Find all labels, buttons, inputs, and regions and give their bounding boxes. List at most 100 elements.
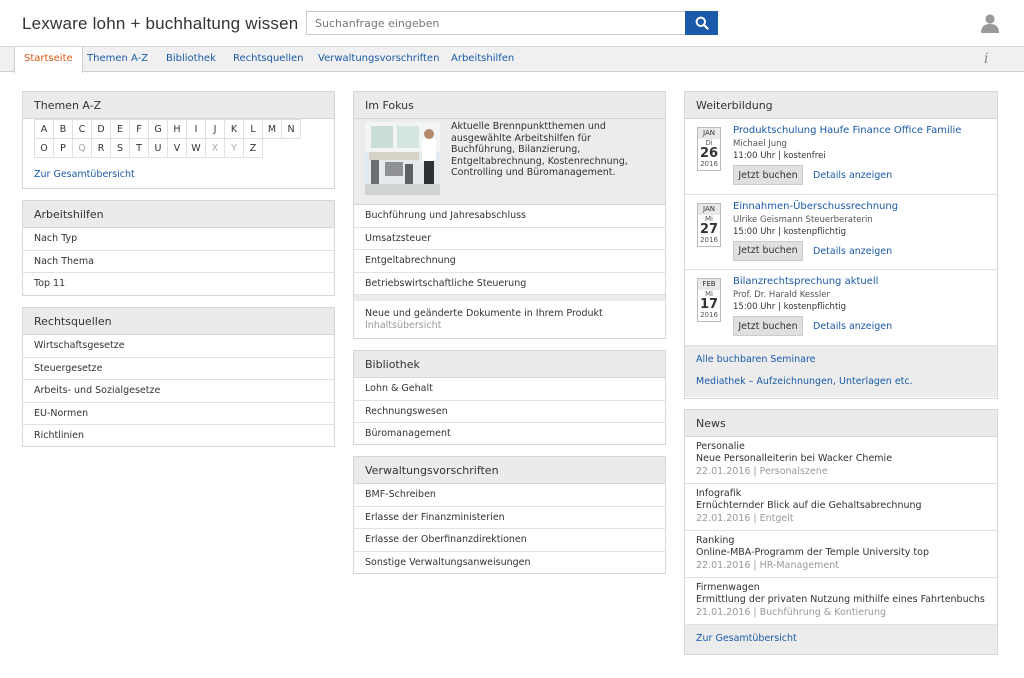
info-icon[interactable]: i bbox=[984, 51, 988, 67]
search-icon bbox=[695, 16, 709, 30]
news-item[interactable]: Personalie Neue Personalleiterin bei Wac… bbox=[685, 437, 997, 484]
az-letter-m[interactable]: M bbox=[262, 119, 282, 139]
news-item[interactable]: Firmenwagen Ermittlung der privaten Nutz… bbox=[685, 578, 997, 625]
az-letter-grid: ABCDEFGHIJKLMN OPQRSTUVWXYZ bbox=[34, 119, 301, 158]
rechtsquellen-item[interactable]: EU-Normen bbox=[23, 403, 334, 425]
tab-startseite[interactable]: Startseite bbox=[14, 47, 83, 73]
az-letter-h[interactable]: H bbox=[167, 119, 187, 139]
news-item[interactable]: Ranking Online-MBA-Programm der Temple U… bbox=[685, 531, 997, 578]
az-letter-t[interactable]: T bbox=[129, 138, 149, 158]
seminar-item: JAN Mi 27 2016 Einnahmen-Überschussrechn… bbox=[685, 195, 997, 270]
fokus-image[interactable] bbox=[365, 122, 440, 195]
fokus-item[interactable]: Buchführung und Jahresabschluss bbox=[354, 205, 665, 228]
verwaltungsvorschriften-item[interactable]: Sonstige Verwaltungsanweisungen bbox=[354, 552, 665, 575]
az-row: OPQRSTUVWXYZ bbox=[34, 138, 300, 158]
tab-themen-a-z[interactable]: Themen A-Z bbox=[78, 47, 157, 72]
az-letter-w[interactable]: W bbox=[186, 138, 206, 158]
az-letter-z[interactable]: Z bbox=[243, 138, 263, 158]
news-item[interactable]: Infografik Ernüchternder Blick auf die G… bbox=[685, 484, 997, 531]
tab-bibliothek[interactable]: Bibliothek bbox=[157, 47, 225, 72]
book-button[interactable]: Jetzt buchen bbox=[733, 240, 803, 261]
az-letter-j[interactable]: J bbox=[205, 119, 225, 139]
arbeitshilfen-item[interactable]: Top 11 bbox=[23, 273, 334, 296]
rechtsquellen-item[interactable]: Steuergesetze bbox=[23, 358, 334, 380]
arbeitshilfen-item[interactable]: Nach Thema bbox=[23, 251, 334, 273]
main-nav: Startseite Themen A-Z Bibliothek Rechtsq… bbox=[0, 46, 1024, 73]
tab-rechtsquellen[interactable]: Rechtsquellen bbox=[224, 47, 313, 72]
seminar-title[interactable]: Produktschulung Haufe Finance Office Fam… bbox=[733, 125, 961, 136]
az-letter-p[interactable]: P bbox=[53, 138, 73, 158]
seminar-meta: 15:00 Uhr | kostenpflichtig bbox=[733, 302, 847, 312]
bibliothek-item[interactable]: Rechnungswesen bbox=[354, 401, 665, 423]
verwaltungsvorschriften-item[interactable]: Erlasse der Finanzministerien bbox=[354, 507, 665, 529]
az-letter-n[interactable]: N bbox=[281, 119, 301, 139]
az-letter-v[interactable]: V bbox=[167, 138, 187, 158]
seminar-speaker: Prof. Dr. Harald Kessler bbox=[733, 290, 831, 300]
bibliothek-item[interactable]: Lohn & Gehalt bbox=[354, 378, 665, 401]
seminar-day: 26 bbox=[699, 146, 719, 161]
seminar-title[interactable]: Bilanzrechtsprechung aktuell bbox=[733, 276, 878, 287]
seminar-month: JAN bbox=[698, 128, 720, 139]
az-letter-a[interactable]: A bbox=[34, 119, 54, 139]
app-title[interactable]: Lexware lohn + buchhaltung wissen bbox=[22, 14, 298, 34]
all-seminars-link[interactable]: Alle buchbaren Seminare bbox=[696, 354, 986, 365]
fokus-item[interactable]: Umsatzsteuer bbox=[354, 228, 665, 250]
news-headline[interactable]: Online-MBA-Programm der Temple Universit… bbox=[696, 547, 986, 559]
search-button[interactable] bbox=[685, 11, 718, 35]
user-icon[interactable] bbox=[980, 13, 1000, 33]
mediathek-link[interactable]: Mediathek – Aufzeichnungen, Unterlagen e… bbox=[696, 376, 986, 387]
details-link[interactable]: Details anzeigen bbox=[813, 321, 892, 332]
seminar-day: 17 bbox=[699, 297, 719, 312]
az-letter-i[interactable]: I bbox=[186, 119, 206, 139]
az-letter-r[interactable]: R bbox=[91, 138, 111, 158]
verwaltungsvorschriften-item[interactable]: BMF-Schreiben bbox=[354, 484, 665, 507]
details-link[interactable]: Details anzeigen bbox=[813, 246, 892, 257]
fokus-item[interactable]: Betriebswirtschaftliche Steuerung bbox=[354, 273, 665, 295]
book-button[interactable]: Jetzt buchen bbox=[733, 316, 803, 336]
seminar-title[interactable]: Einnahmen-Überschussrechnung bbox=[733, 201, 898, 212]
news-headline[interactable]: Ermittlung der privaten Nutzung mithilfe… bbox=[696, 594, 986, 606]
bibliothek-item[interactable]: Büromanagement bbox=[354, 423, 665, 446]
az-row: ABCDEFGHIJKLMN bbox=[34, 119, 301, 139]
news-category: Ranking bbox=[696, 535, 735, 546]
az-letter-b[interactable]: B bbox=[53, 119, 73, 139]
az-letter-d[interactable]: D bbox=[91, 119, 111, 139]
search-bar bbox=[306, 11, 718, 35]
tab-arbeitshilfen[interactable]: Arbeitshilfen bbox=[442, 47, 523, 72]
az-letter-e[interactable]: E bbox=[110, 119, 130, 139]
search-input[interactable] bbox=[306, 11, 685, 35]
az-letter-k[interactable]: K bbox=[224, 119, 244, 139]
az-letter-u[interactable]: U bbox=[148, 138, 168, 158]
fokus-description: Aktuelle Brennpunktthemen und ausgewählt… bbox=[451, 121, 628, 178]
seminar-speaker: Michael Jung bbox=[733, 139, 787, 149]
az-letter-c[interactable]: C bbox=[72, 119, 92, 139]
arbeitshilfen-item[interactable]: Nach Typ bbox=[23, 228, 334, 251]
news-overview-link[interactable]: Zur Gesamtübersicht bbox=[685, 625, 997, 654]
rechtsquellen-item[interactable]: Richtlinien bbox=[23, 425, 334, 448]
news-meta: 21.01.2016 | Buchführung & Kontierung bbox=[696, 607, 887, 618]
az-letter-s[interactable]: S bbox=[110, 138, 130, 158]
az-letter-l[interactable]: L bbox=[243, 119, 263, 139]
calendar-icon: JAN Mi 27 2016 bbox=[697, 202, 721, 247]
tab-verwaltungsvorschriften[interactable]: Verwaltungsvorschriften bbox=[309, 47, 448, 72]
az-letter-q: Q bbox=[72, 138, 92, 158]
details-link[interactable]: Details anzeigen bbox=[813, 170, 892, 181]
fokus-teaser[interactable]: Aktuelle Brennpunktthemen und ausgewählt… bbox=[354, 119, 665, 205]
verwaltungsvorschriften-item[interactable]: Erlasse der Oberfinanzdirektionen bbox=[354, 529, 665, 552]
new-documents-subtitle: Inhaltsübersicht bbox=[365, 320, 442, 331]
az-letter-f[interactable]: F bbox=[129, 119, 149, 139]
rechtsquellen-title: Rechtsquellen bbox=[23, 308, 334, 335]
new-documents-link[interactable]: Neue und geänderte Dokumente in Ihrem Pr… bbox=[354, 295, 665, 331]
book-button[interactable]: Jetzt buchen bbox=[733, 165, 803, 185]
weiterbildung-panel: Weiterbildung JAN Di 26 2016 Produktschu… bbox=[684, 91, 998, 399]
fokus-item[interactable]: Entgeltabrechnung bbox=[354, 250, 665, 273]
themen-az-panel: Themen A-Z ABCDEFGHIJKLMN OPQRSTUVWXYZ Z… bbox=[22, 91, 335, 189]
news-headline[interactable]: Ernüchternder Blick auf die Gehaltsabrec… bbox=[696, 500, 986, 512]
news-headline[interactable]: Neue Personalleiterin bei Wacker Chemie bbox=[696, 453, 986, 465]
rechtsquellen-item[interactable]: Wirtschaftsgesetze bbox=[23, 335, 334, 358]
bibliothek-panel: Bibliothek Lohn & Gehalt Rechnungswesen … bbox=[353, 350, 666, 445]
az-letter-g[interactable]: G bbox=[148, 119, 168, 139]
az-letter-o[interactable]: O bbox=[34, 138, 54, 158]
rechtsquellen-item[interactable]: Arbeits- und Sozialgesetze bbox=[23, 380, 334, 403]
themen-overview-link[interactable]: Zur Gesamtübersicht bbox=[34, 169, 135, 180]
